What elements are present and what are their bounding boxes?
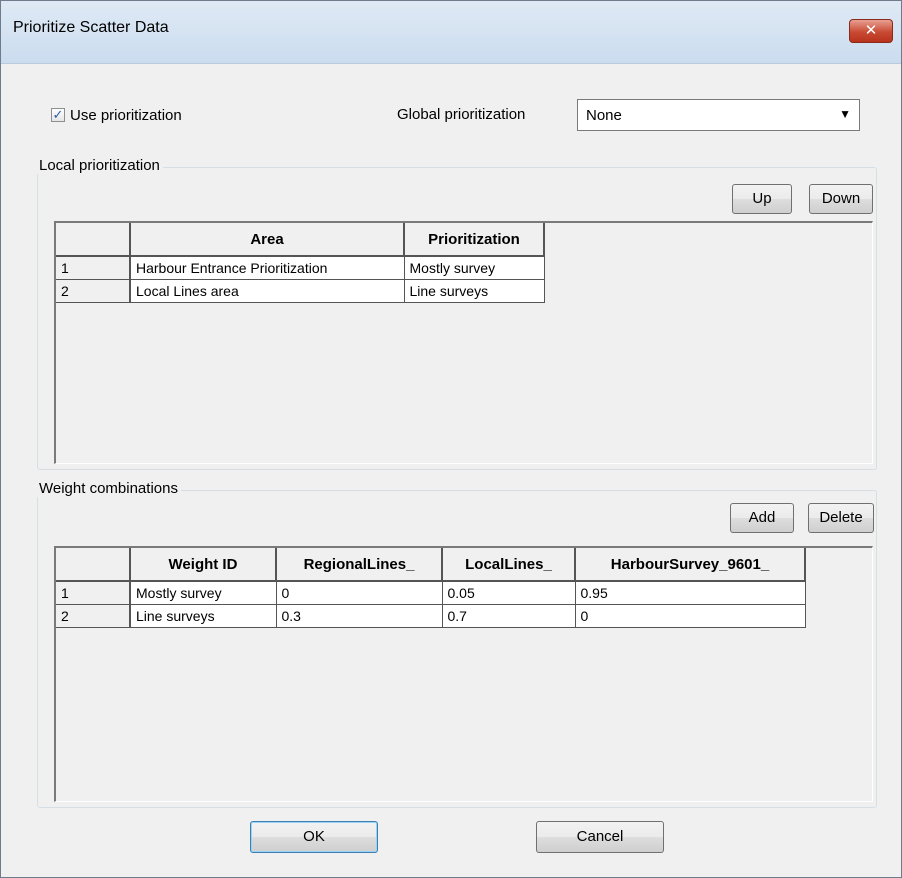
delete-button[interactable]: Delete [808,503,874,533]
use-prioritization-row[interactable]: ✓ Use prioritization [51,104,182,126]
up-button[interactable]: Up [732,184,792,214]
prioritization-cell[interactable]: Mostly survey [404,256,545,280]
local-prioritization-group: Local prioritization Up Down Area Priori… [36,157,877,470]
weight-combinations-grid[interactable]: Weight ID RegionalLines_ LocalLines_ Har… [54,546,873,802]
weight-id-cell[interactable]: Line surveys [130,604,277,628]
local-prioritization-title: Local prioritization [36,157,163,174]
prioritization-cell[interactable]: Line surveys [404,279,545,303]
local-prioritization-table: Area Prioritization 1 Harbour Entrance P… [56,223,545,303]
column-header-prioritization[interactable]: Prioritization [404,223,545,257]
area-cell[interactable]: Local Lines area [130,279,405,303]
use-prioritization-checkbox[interactable]: ✓ [51,108,65,122]
table-header-row: Weight ID RegionalLines_ LocalLines_ Har… [56,548,806,582]
global-prioritization-select[interactable]: None ▼ [577,99,860,131]
row-number[interactable]: 1 [56,256,131,280]
row-number[interactable]: 2 [56,279,131,303]
table-row[interactable]: 2 Local Lines area Line surveys [56,279,545,303]
local-lines-cell[interactable]: 0.05 [442,581,576,605]
table-row[interactable]: 1 Mostly survey 0 0.05 0.95 [56,581,806,605]
table-row[interactable]: 2 Line surveys 0.3 0.7 0 [56,604,806,628]
harbour-survey-cell[interactable]: 0.95 [575,581,806,605]
dialog-window: Prioritize Scatter Data ✕ ✓ Use prioriti… [0,0,902,878]
close-icon: ✕ [864,22,878,39]
add-button[interactable]: Add [730,503,794,533]
dialog-content: ✓ Use prioritization Global prioritizati… [1,64,901,877]
close-button[interactable]: ✕ [849,19,893,43]
row-number[interactable]: 1 [56,581,131,605]
ok-button[interactable]: OK [250,821,378,853]
global-prioritization-label: Global prioritization [397,106,526,123]
regional-lines-cell[interactable]: 0.3 [276,604,443,628]
window-title: Prioritize Scatter Data [13,19,169,36]
weight-combinations-table: Weight ID RegionalLines_ LocalLines_ Har… [56,548,806,628]
weight-combinations-title: Weight combinations [36,480,181,497]
row-number-header [56,548,131,582]
weight-combinations-group: Weight combinations Add Delete Weight ID… [36,480,877,808]
row-number-header [56,223,131,257]
column-header-harbour-survey[interactable]: HarbourSurvey_9601_ [575,548,806,582]
area-cell[interactable]: Harbour Entrance Prioritization [130,256,405,280]
table-row[interactable]: 1 Harbour Entrance Prioritization Mostly… [56,256,545,280]
harbour-survey-cell[interactable]: 0 [575,604,806,628]
column-header-weight-id[interactable]: Weight ID [130,548,277,582]
local-lines-cell[interactable]: 0.7 [442,604,576,628]
chevron-down-icon: ▼ [839,107,851,121]
column-header-local-lines[interactable]: LocalLines_ [442,548,576,582]
local-prioritization-grid[interactable]: Area Prioritization 1 Harbour Entrance P… [54,221,873,464]
row-number[interactable]: 2 [56,604,131,628]
weight-id-cell[interactable]: Mostly survey [130,581,277,605]
table-header-row: Area Prioritization [56,223,545,257]
column-header-regional-lines[interactable]: RegionalLines_ [276,548,443,582]
regional-lines-cell[interactable]: 0 [276,581,443,605]
cancel-button[interactable]: Cancel [536,821,664,853]
column-header-area[interactable]: Area [130,223,405,257]
title-bar[interactable]: Prioritize Scatter Data ✕ [1,1,901,64]
check-icon: ✓ [52,107,64,122]
use-prioritization-label: Use prioritization [70,106,182,124]
global-prioritization-value: None [586,107,622,124]
down-button[interactable]: Down [809,184,873,214]
